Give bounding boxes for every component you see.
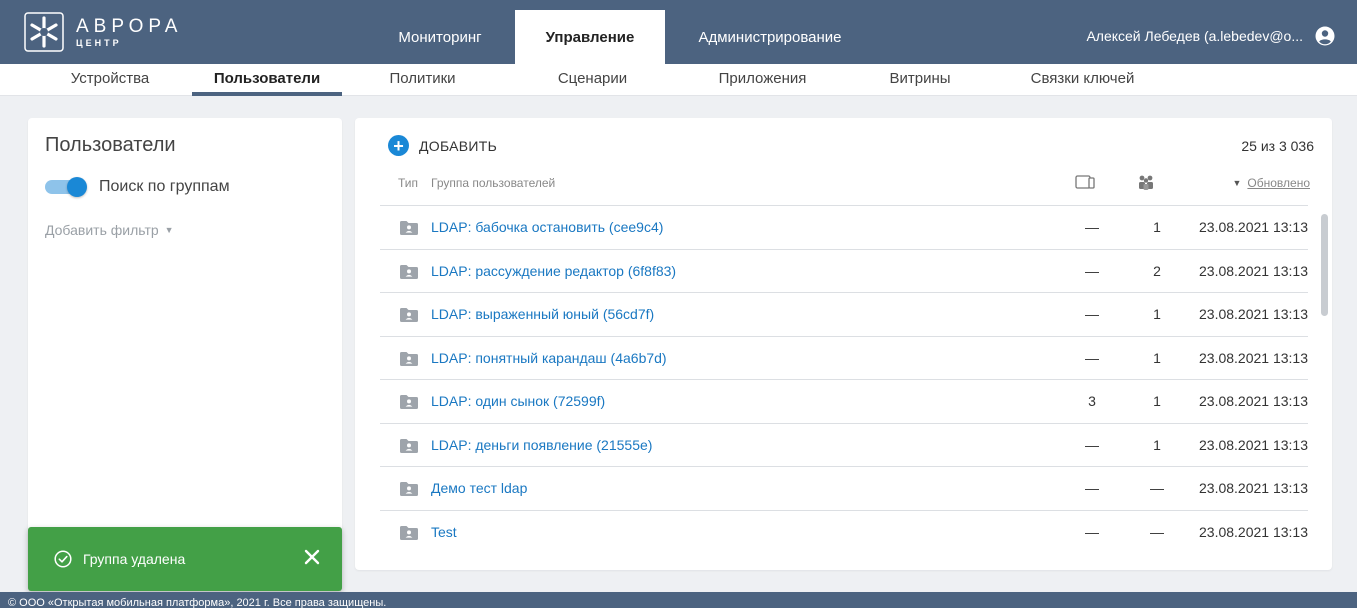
updated-date: 23.08.2021 13:13 <box>1199 523 1308 540</box>
group-name-link[interactable]: LDAP: деньги появление (21555e) <box>431 437 652 453</box>
members-count: 1 <box>1153 349 1161 366</box>
scrollbar-thumb[interactable] <box>1321 214 1328 316</box>
members-count: 1 <box>1153 306 1161 322</box>
updated-date: 23.08.2021 13:13 <box>1199 262 1308 279</box>
subtab-keychains[interactable]: Связки ключей <box>1005 64 1160 96</box>
table-row[interactable]: LDAP: выраженный юный (56cd7f) — 1 23.08.20… <box>380 292 1308 336</box>
top-bar: АВРОРА ЦЕНТР Мониторинг Управление Админ… <box>0 0 1357 64</box>
check-circle-icon <box>54 550 72 568</box>
add-circle-icon: + <box>388 135 409 156</box>
add-filter-label: Добавить фильтр <box>45 222 159 238</box>
brand-logo[interactable]: АВРОРА ЦЕНТР <box>24 12 182 52</box>
groups-list: LDAP: бабочка остановить (cee9c4) — 1 23.08… <box>380 205 1308 553</box>
devices-count: — <box>1085 523 1099 540</box>
folder-user-icon <box>399 481 419 502</box>
tab-management[interactable]: Управление <box>515 10 665 64</box>
sort-updated-header[interactable]: ▼ Обновлено <box>1232 176 1310 190</box>
toggle-knob <box>67 177 87 197</box>
table-row[interactable]: LDAP: рассуждение редактор (6f8f83) — 2 23.… <box>380 248 1308 293</box>
add-group-button[interactable]: + ДОБАВИТЬ <box>388 135 497 156</box>
footer: © ООО «Открытая мобильная платформа», 20… <box>0 592 1357 608</box>
group-name-link[interactable]: Test <box>431 524 457 540</box>
table-row[interactable]: LDAP: деньги появление (21555e) — 1 23.08.2… <box>380 422 1308 467</box>
folder-user-icon <box>399 525 419 546</box>
group-name-link[interactable]: LDAP: бабочка остановить (cee9c4) <box>431 219 663 235</box>
folder-user-icon <box>399 438 419 459</box>
header-updated: Обновлено <box>1247 176 1310 190</box>
members-column-icon[interactable] <box>1137 174 1155 193</box>
brand-subtitle: ЦЕНТР <box>76 37 122 48</box>
devices-count: — <box>1085 480 1099 496</box>
sort-desc-icon: ▼ <box>1232 178 1242 188</box>
devices-count: — <box>1085 262 1099 279</box>
devices-count: — <box>1085 436 1099 453</box>
aurora-logo-icon <box>24 12 64 52</box>
tab-monitoring[interactable]: Мониторинг <box>365 10 515 64</box>
close-icon[interactable] <box>304 549 320 565</box>
brand-title: АВРОРА <box>76 15 183 37</box>
group-name-link[interactable]: LDAP: один сынок (72599f) <box>431 393 605 409</box>
table-row[interactable]: LDAP: бабочка остановить (cee9c4) — 1 23.08… <box>380 205 1308 249</box>
table-row[interactable]: LDAP: понятный карандаш (4a6b7d) — 1 23.08.… <box>380 335 1308 380</box>
add-button-label: ДОБАВИТЬ <box>419 137 498 154</box>
groups-panel: + ДОБАВИТЬ 25 из 3 036 Тип Группа пользо… <box>355 118 1332 570</box>
group-name-link[interactable]: LDAP: выраженный юный (56cd7f) <box>431 306 654 322</box>
folder-user-icon <box>399 307 419 328</box>
members-count: — <box>1150 480 1164 496</box>
updated-date: 23.08.2021 13:13 <box>1199 480 1308 496</box>
devices-count: — <box>1085 219 1099 235</box>
table-header: Тип Группа пользователей ▼ Обновлено <box>355 170 1332 200</box>
updated-date: 23.08.2021 13:13 <box>1199 219 1308 235</box>
members-count: 2 <box>1153 262 1161 279</box>
subtab-applications[interactable]: Приложения <box>695 64 830 96</box>
header-group: Группа пользователей <box>431 176 556 190</box>
members-count: — <box>1150 523 1164 540</box>
add-filter-dropdown[interactable]: Добавить фильтр ▼ <box>45 222 174 238</box>
sub-nav: Устройства Пользователи Политики Сценари… <box>0 64 1357 96</box>
folder-user-icon <box>399 351 419 372</box>
table-row[interactable]: Test — — 23.08.2021 13:13 <box>380 509 1308 554</box>
group-search-toggle[interactable] <box>45 177 89 197</box>
table-row[interactable]: Демо тест ldap — — 23.08.2021 13:13 <box>380 466 1308 510</box>
group-search-label: Поиск по группам <box>99 178 230 195</box>
updated-date: 23.08.2021 13:13 <box>1199 436 1308 453</box>
subtab-users[interactable]: Пользователи <box>192 64 342 96</box>
updated-date: 23.08.2021 13:13 <box>1199 306 1308 322</box>
panel-title: Пользователи <box>45 134 176 156</box>
subtab-policies[interactable]: Политики <box>365 64 480 96</box>
folder-user-icon <box>399 394 419 415</box>
group-name-link[interactable]: LDAP: рассуждение редактор (6f8f83) <box>431 263 676 279</box>
table-row[interactable]: LDAP: один сынок (72599f) 3 1 23.08.2021 13… <box>380 379 1308 423</box>
folder-user-icon <box>399 220 419 241</box>
header-type: Тип <box>398 176 419 190</box>
members-count: 1 <box>1153 436 1161 453</box>
main-nav: Мониторинг Управление Администрирование <box>365 10 875 64</box>
filter-panel: Пользователи Поиск по группам Добавить ф… <box>28 118 342 570</box>
devices-count: — <box>1085 306 1099 322</box>
toast-notification: Группа удалена <box>28 527 342 591</box>
caret-down-icon: ▼ <box>164 225 174 235</box>
tab-administration[interactable]: Администрирование <box>665 10 875 64</box>
copyright-text: © ООО «Открытая мобильная платформа», 20… <box>8 597 387 608</box>
subtab-showcases[interactable]: Витрины <box>870 64 970 96</box>
updated-date: 23.08.2021 13:13 <box>1199 349 1308 366</box>
devices-count: 3 <box>1088 393 1096 409</box>
account-circle-icon <box>1315 26 1335 46</box>
devices-column-icon[interactable] <box>1075 174 1095 193</box>
folder-user-icon <box>399 264 419 285</box>
user-menu[interactable]: Алексей Лебедев (a.lebedev@o... <box>1086 26 1335 46</box>
results-counter: 25 из 3 036 <box>1241 138 1314 154</box>
devices-count: — <box>1085 349 1099 366</box>
subtab-scenarios[interactable]: Сценарии <box>535 64 650 96</box>
brand-text: АВРОРА ЦЕНТР <box>76 17 182 48</box>
members-count: 1 <box>1153 219 1161 235</box>
updated-date: 23.08.2021 13:13 <box>1199 393 1308 409</box>
group-name-link[interactable]: Демо тест ldap <box>431 480 527 496</box>
group-search-toggle-row: Поиск по группам <box>45 177 230 197</box>
members-count: 1 <box>1153 393 1161 409</box>
toast-message: Группа удалена <box>83 551 186 567</box>
user-name: Алексей Лебедев (a.lebedev@o... <box>1086 28 1303 44</box>
group-name-link[interactable]: LDAP: понятный карандаш (4a6b7d) <box>431 350 667 366</box>
subtab-devices[interactable]: Устройства <box>45 64 175 96</box>
